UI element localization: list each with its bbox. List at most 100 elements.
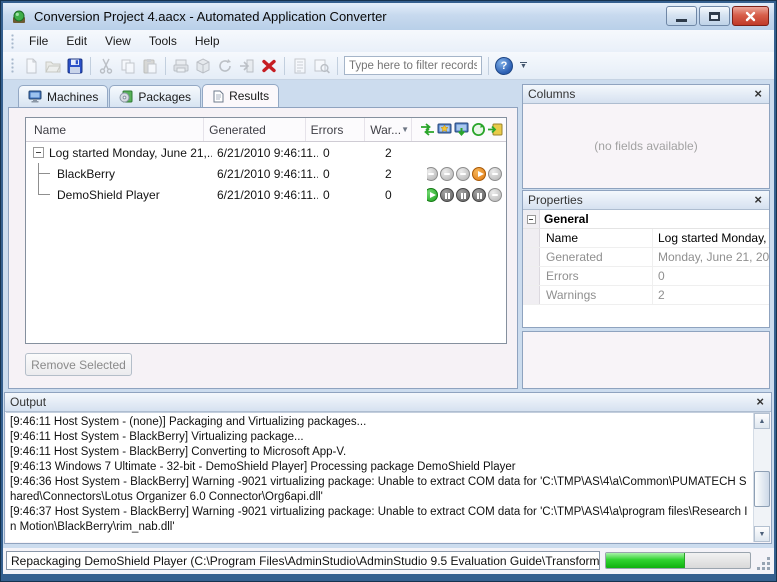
row-generated: 6/21/2010 9:46:11... [212,142,318,163]
log-line: [9:46:36 Host System - BlackBerry] Warni… [10,475,749,505]
property-row-generated[interactable]: Generated Monday, June 21, 201 [523,248,769,267]
tab-results[interactable]: Results [202,84,279,107]
row-name: Log started Monday, June 21,... [49,146,212,160]
properties-panel: Properties × General Name Log started Mo… [522,190,770,328]
close-icon[interactable]: × [754,396,766,408]
menubar-grip[interactable] [11,34,15,49]
property-row-errors[interactable]: Errors 0 [523,267,769,286]
scrollbar-thumb[interactable] [754,471,770,507]
machine-star-icon[interactable] [437,122,452,137]
output-log[interactable]: [9:46:11 Host System - (none)] Packaging… [6,413,753,542]
properties-group-general[interactable]: General [523,210,769,229]
report-icon [292,58,308,74]
collapse-expander-icon[interactable] [527,215,536,224]
open-icon [45,58,61,74]
property-value: Monday, June 21, 201 [653,248,769,266]
close-icon[interactable]: × [752,88,764,100]
package-icon [195,58,211,74]
status-paused-icon [472,188,486,202]
convert-button [214,55,236,77]
row-status-icons [427,163,506,184]
results-tab-pane: Machines Packages Results [8,84,518,389]
menu-item-tools[interactable]: Tools [140,31,186,51]
toolbar-grip[interactable] [11,58,15,73]
row-warnings: 0 [380,184,427,205]
close-button[interactable] [732,6,769,26]
import-icon [239,58,255,74]
output-panel-header[interactable]: Output × [5,393,771,412]
tab-strip: Machines Packages Results [8,84,518,107]
menu-item-file[interactable]: File [20,31,57,51]
title-bar[interactable]: Conversion Project 4.aacx - Automated Ap… [3,3,774,30]
help-button[interactable]: ? [495,57,513,75]
table-row-log[interactable]: Log started Monday, June 21,... 6/21/201… [26,142,506,163]
window-controls [666,6,769,26]
column-header-errors[interactable]: Errors [306,118,366,141]
property-value: 0 [653,267,769,285]
toolbar-separator [165,57,166,75]
machine-button [170,55,192,77]
row-errors: 0 [318,142,380,163]
property-row-warnings[interactable]: Warnings 2 [523,286,769,305]
property-label: Errors [540,267,653,285]
menu-item-view[interactable]: View [96,31,140,51]
property-value: Log started Monday, J [653,229,769,247]
toolbar-overflow-button[interactable]: ▼ [517,55,530,77]
filter-input[interactable] [344,56,482,75]
output-scrollbar[interactable]: ▲ ▼ [753,413,770,542]
help-icon: ? [501,60,508,72]
refresh-icon[interactable] [471,122,486,137]
column-header-warnings[interactable]: War... ▼ [365,118,412,141]
output-log-body: [9:46:11 Host System - (none)] Packaging… [6,412,770,542]
machine-download-icon[interactable] [454,122,469,137]
scroll-up-button[interactable]: ▲ [754,413,770,429]
output-panel-title: Output [10,395,46,409]
property-row-name[interactable]: Name Log started Monday, J [523,229,769,248]
properties-panel-title: Properties [528,193,583,207]
menu-item-help[interactable]: Help [186,31,229,51]
group-label: General [540,212,589,226]
row-status-icons [427,184,506,205]
save-icon [67,58,83,74]
import-box-icon[interactable] [488,122,503,137]
no-fields-text: (no fields available) [594,139,697,153]
status-column-headers [412,118,506,141]
row-status-icons [427,142,506,163]
table-row-blackberry[interactable]: BlackBerry 6/21/2010 9:46:11... 0 2 [26,163,506,184]
row-generated: 6/21/2010 9:46:11... [212,184,318,205]
menu-item-edit[interactable]: Edit [57,31,96,51]
scroll-down-button[interactable]: ▼ [754,526,770,542]
machine-icon [173,58,189,74]
save-button[interactable] [64,55,86,77]
close-icon[interactable]: × [752,194,764,206]
convert-arrows-icon[interactable] [420,122,435,137]
table-row-demoshield[interactable]: DemoShield Player 6/21/2010 9:46:11... 0… [26,184,506,205]
log-line: [9:46:11 Host System - BlackBerry] Conve… [10,445,749,460]
tab-packages[interactable]: Packages [109,85,201,107]
property-label: Generated [540,248,653,266]
status-success-icon [427,188,438,202]
property-label: Warnings [540,286,653,304]
tab-label: Packages [138,90,191,104]
properties-panel-header[interactable]: Properties × [523,191,769,210]
app-icon [11,9,27,25]
preview-icon [314,58,330,74]
minimize-button[interactable] [666,6,697,26]
columns-panel-title: Columns [528,87,575,101]
collapse-expander-icon[interactable] [33,147,44,158]
columns-panel: Columns × (no fields available) [522,84,770,189]
copy-icon [120,58,136,74]
tab-machines[interactable]: Machines [18,85,108,107]
toolbar-separator [337,57,338,75]
resize-grip[interactable] [758,558,770,570]
column-header-name[interactable]: Name [26,118,204,141]
maximize-button[interactable] [699,6,730,26]
columns-panel-header[interactable]: Columns × [523,85,769,104]
stop-button[interactable] [258,55,280,77]
paste-button [139,55,161,77]
column-header-generated[interactable]: Generated [204,118,306,141]
tree-branch [38,163,51,184]
progress-bar [605,552,751,569]
log-line: [9:46:11 Host System - BlackBerry] Virtu… [10,430,749,445]
stop-icon [261,58,277,74]
